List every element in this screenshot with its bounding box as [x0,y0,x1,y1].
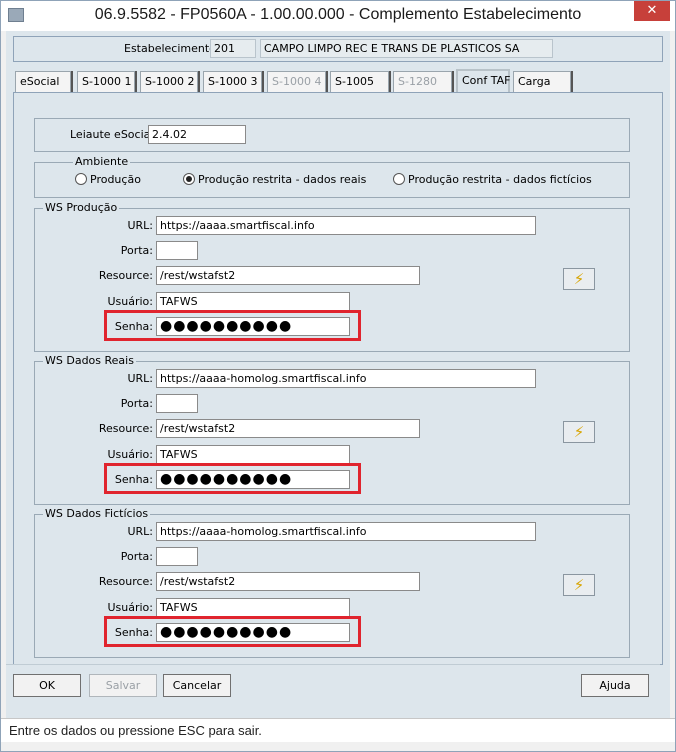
ws-dados-reais-resource-input[interactable]: /rest/wstafst2 [156,419,420,438]
estabelecimento-code-field: 201 [210,39,256,58]
lightning-icon: ⚡ [573,423,585,441]
ws-dados-ficticios-group: WS Dados Fictícios URL: https://aaaa-hom… [34,507,630,658]
senha-highlight-box [104,310,361,341]
ws-producao-url-label: URL: [127,219,153,232]
tab-s1000-3[interactable]: S-1000 3 [203,71,262,92]
ws-dados-ficticios-resource-label: Resource: [98,575,153,588]
salvar-button: Salvar [89,674,157,697]
tab-conf-taf[interactable]: Conf TAF [456,69,510,93]
ws-dados-ficticios-usuario-input[interactable]: TAFWS [156,598,350,617]
tab-esocial[interactable]: eSocial [15,71,71,92]
ws-dados-ficticios-test-button[interactable]: ⚡ [563,574,595,596]
radio-producao-restrita-ficticios-label: Produção restrita - dados fictícios [408,173,592,186]
ws-dados-ficticios-url-label: URL: [127,525,153,538]
ok-button[interactable]: OK [13,674,81,697]
dialog-body: Estabelecimento: 201 CAMPO LIMPO REC E T… [6,31,670,721]
ws-dados-reais-usuario-input[interactable]: TAFWS [156,445,350,464]
ws-producao-resource-input[interactable]: /rest/wstafst2 [156,266,420,285]
leiaute-input[interactable]: 2.4.02 [148,125,246,144]
tab-s1000-1[interactable]: S-1000 1 [77,71,135,92]
cancelar-button[interactable]: Cancelar [163,674,231,697]
ws-producao-url-input[interactable]: https://aaaa.smartfiscal.info [156,216,536,235]
ws-dados-reais-url-label: URL: [127,372,153,385]
ws-dados-ficticios-porta-input[interactable] [156,547,198,566]
estabelecimento-name-field: CAMPO LIMPO REC E TRANS DE PLASTICOS SA [260,39,553,58]
ws-producao-resource-label: Resource: [98,269,153,282]
ws-dados-reais-title: WS Dados Reais [43,354,136,367]
close-button[interactable]: ✕ [634,1,670,21]
senha-highlight-box [104,616,361,647]
ajuda-button[interactable]: Ajuda [581,674,649,697]
title-bar: 06.9.5582 - FP0560A - 1.00.00.000 - Comp… [1,1,675,31]
lightning-icon: ⚡ [573,270,585,288]
ambiente-title: Ambiente [73,155,131,168]
ws-dados-ficticios-title: WS Dados Fictícios [43,507,151,520]
ws-producao-title: WS Produção [43,201,120,214]
tab-s1005[interactable]: S-1005 [330,71,389,92]
ws-dados-ficticios-porta-label: Porta: [120,550,153,563]
ws-producao-porta-input[interactable] [156,241,198,260]
ws-dados-reais-porta-input[interactable] [156,394,198,413]
button-bar: OK Salvar Cancelar Ajuda [6,664,660,698]
radio-producao-restrita-reais-circle[interactable] [183,173,195,185]
estabelecimento-label: Estabelecimento: [124,42,220,55]
tab-carga[interactable]: Carga [513,71,571,92]
ws-producao-test-button[interactable]: ⚡ [563,268,595,290]
leiaute-label: Leiaute eSocial: [70,128,158,141]
dialog-window: 06.9.5582 - FP0560A - 1.00.00.000 - Comp… [0,0,676,752]
tab-panel-conf-taf: Leiaute eSocial: 2.4.02 Ambiente Produçã… [13,92,663,665]
radio-producao-restrita-reais-label: Produção restrita - dados reais [198,173,367,186]
estabelecimento-box: Estabelecimento: 201 CAMPO LIMPO REC E T… [13,36,663,62]
ws-dados-ficticios-usuario-label: Usuário: [107,601,153,614]
status-bar: Entre os dados ou pressione ESC para sai… [1,718,675,742]
leiaute-group: Leiaute eSocial: 2.4.02 [34,118,630,152]
radio-producao-restrita-ficticios-circle[interactable] [393,173,405,185]
window-title: 06.9.5582 - FP0560A - 1.00.00.000 - Comp… [94,6,582,23]
ambiente-group: Ambiente Produção Produção restrita - da… [34,155,630,198]
ws-dados-ficticios-resource-input[interactable]: /rest/wstafst2 [156,572,420,591]
lightning-icon: ⚡ [573,576,585,594]
tab-s1280: S-1280 [393,71,452,92]
ws-dados-ficticios-url-input[interactable]: https://aaaa-homolog.smartfiscal.info [156,522,536,541]
senha-highlight-box [104,463,361,494]
ws-producao-group: WS Produção URL: https://aaaa.smartfisca… [34,201,630,352]
ws-producao-porta-label: Porta: [120,244,153,257]
ws-dados-reais-url-input[interactable]: https://aaaa-homolog.smartfiscal.info [156,369,536,388]
tab-strip: eSocial S-1000 1 S-1000 2 S-1000 3 S-100… [13,69,663,93]
tab-s1000-4: S-1000 4 [267,71,326,92]
ws-producao-usuario-input[interactable]: TAFWS [156,292,350,311]
ws-dados-reais-test-button[interactable]: ⚡ [563,421,595,443]
radio-producao-circle[interactable] [75,173,87,185]
radio-producao[interactable]: Produção [75,173,141,186]
ws-producao-usuario-label: Usuário: [107,295,153,308]
ws-dados-reais-porta-label: Porta: [120,397,153,410]
ws-dados-reais-resource-label: Resource: [98,422,153,435]
ws-dados-reais-group: WS Dados Reais URL: https://aaaa-homolog… [34,354,630,505]
ws-dados-reais-usuario-label: Usuário: [107,448,153,461]
radio-producao-restrita-ficticios[interactable]: Produção restrita - dados fictícios [393,173,592,186]
radio-producao-restrita-reais[interactable]: Produção restrita - dados reais [183,173,366,186]
radio-producao-label: Produção [90,173,141,186]
tab-s1000-2[interactable]: S-1000 2 [140,71,198,92]
